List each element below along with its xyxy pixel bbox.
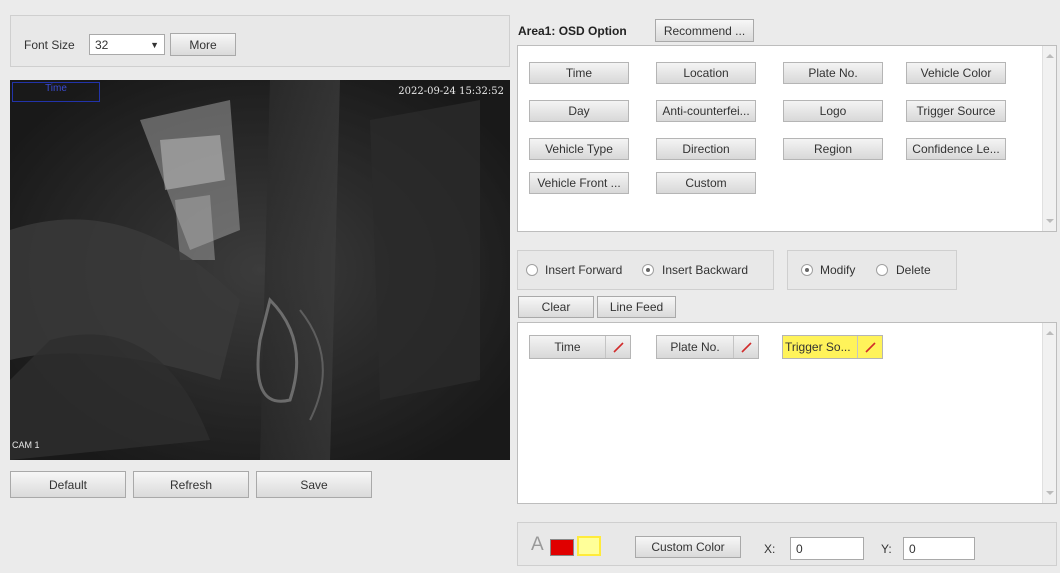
osd-area-box-label: Time bbox=[45, 83, 67, 94]
selected-scrollbar[interactable] bbox=[1042, 323, 1056, 503]
modify-radio[interactable] bbox=[801, 264, 813, 276]
pencil-icon[interactable] bbox=[606, 336, 630, 358]
y-label: Y: bbox=[881, 542, 892, 556]
x-label: X: bbox=[764, 542, 776, 556]
y-position-input[interactable]: 0 bbox=[903, 537, 975, 560]
more-button[interactable]: More bbox=[170, 33, 236, 56]
font-size-select[interactable]: 32 ▼ bbox=[89, 34, 165, 55]
osd-option-confidence-level[interactable]: Confidence Le... bbox=[906, 138, 1006, 160]
video-timestamp: 2022-09-24 15:32:52 bbox=[398, 86, 504, 97]
video-frame-image bbox=[10, 80, 510, 460]
osd-option-custom[interactable]: Custom bbox=[656, 172, 756, 194]
pencil-icon[interactable] bbox=[734, 336, 758, 358]
osd-option-day[interactable]: Day bbox=[529, 100, 629, 122]
font-size-panel bbox=[10, 15, 510, 67]
osd-option-trigger-source[interactable]: Trigger Source bbox=[906, 100, 1006, 122]
chevron-down-icon: ▼ bbox=[150, 39, 159, 50]
insert-forward-label: Insert Forward bbox=[545, 263, 623, 277]
osd-area-box[interactable]: Time bbox=[12, 82, 100, 102]
osd-option-plate-no[interactable]: Plate No. bbox=[783, 62, 883, 84]
recommend-button[interactable]: Recommend ... bbox=[655, 19, 754, 42]
selected-item-label: Trigger So... bbox=[783, 336, 858, 358]
line-feed-button[interactable]: Line Feed bbox=[597, 296, 676, 318]
clear-button[interactable]: Clear bbox=[518, 296, 594, 318]
osd-option-time[interactable]: Time bbox=[529, 62, 629, 84]
selected-item-label: Time bbox=[530, 336, 606, 358]
selected-item-time[interactable]: Time bbox=[529, 335, 631, 359]
options-scrollbar[interactable] bbox=[1042, 46, 1056, 231]
x-position-input[interactable]: 0 bbox=[790, 537, 864, 560]
modify-label: Modify bbox=[820, 263, 856, 277]
font-size-value: 32 bbox=[95, 37, 109, 52]
scroll-down-icon[interactable] bbox=[1046, 219, 1054, 223]
refresh-button[interactable]: Refresh bbox=[133, 471, 249, 498]
red-color-swatch[interactable] bbox=[550, 539, 574, 556]
selected-item-plate-no[interactable]: Plate No. bbox=[656, 335, 759, 359]
osd-option-location[interactable]: Location bbox=[656, 62, 756, 84]
osd-option-region[interactable]: Region bbox=[783, 138, 883, 160]
insert-forward-radio[interactable] bbox=[526, 264, 538, 276]
osd-option-vehicle-front[interactable]: Vehicle Front ... bbox=[529, 172, 629, 194]
insert-backward-label: Insert Backward bbox=[662, 263, 749, 277]
pencil-icon[interactable] bbox=[858, 336, 882, 358]
default-button[interactable]: Default bbox=[10, 471, 126, 498]
scroll-down-icon[interactable] bbox=[1046, 491, 1054, 495]
channel-label: CAM 1 bbox=[12, 440, 40, 450]
selected-item-trigger-source[interactable]: Trigger So... bbox=[782, 335, 883, 359]
video-preview[interactable]: Time 2022-09-24 15:32:52 CAM 1 bbox=[10, 80, 510, 460]
font-color-icon: A bbox=[531, 534, 544, 555]
delete-radio[interactable] bbox=[876, 264, 888, 276]
insert-backward-radio[interactable] bbox=[642, 264, 654, 276]
custom-color-button[interactable]: Custom Color bbox=[635, 536, 741, 558]
osd-option-direction[interactable]: Direction bbox=[656, 138, 756, 160]
osd-option-logo[interactable]: Logo bbox=[783, 100, 883, 122]
scroll-up-icon[interactable] bbox=[1046, 331, 1054, 335]
yellow-color-swatch[interactable] bbox=[577, 536, 601, 556]
osd-option-vehicle-color[interactable]: Vehicle Color bbox=[906, 62, 1006, 84]
delete-label: Delete bbox=[896, 263, 931, 277]
osd-option-vehicle-type[interactable]: Vehicle Type bbox=[529, 138, 629, 160]
selected-item-label: Plate No. bbox=[657, 336, 734, 358]
osd-option-anti-counterfeit[interactable]: Anti-counterfei... bbox=[656, 100, 756, 122]
osd-area-title: Area1: OSD Option bbox=[518, 24, 627, 38]
font-size-label: Font Size bbox=[24, 38, 75, 52]
scroll-up-icon[interactable] bbox=[1046, 54, 1054, 58]
save-button[interactable]: Save bbox=[256, 471, 372, 498]
